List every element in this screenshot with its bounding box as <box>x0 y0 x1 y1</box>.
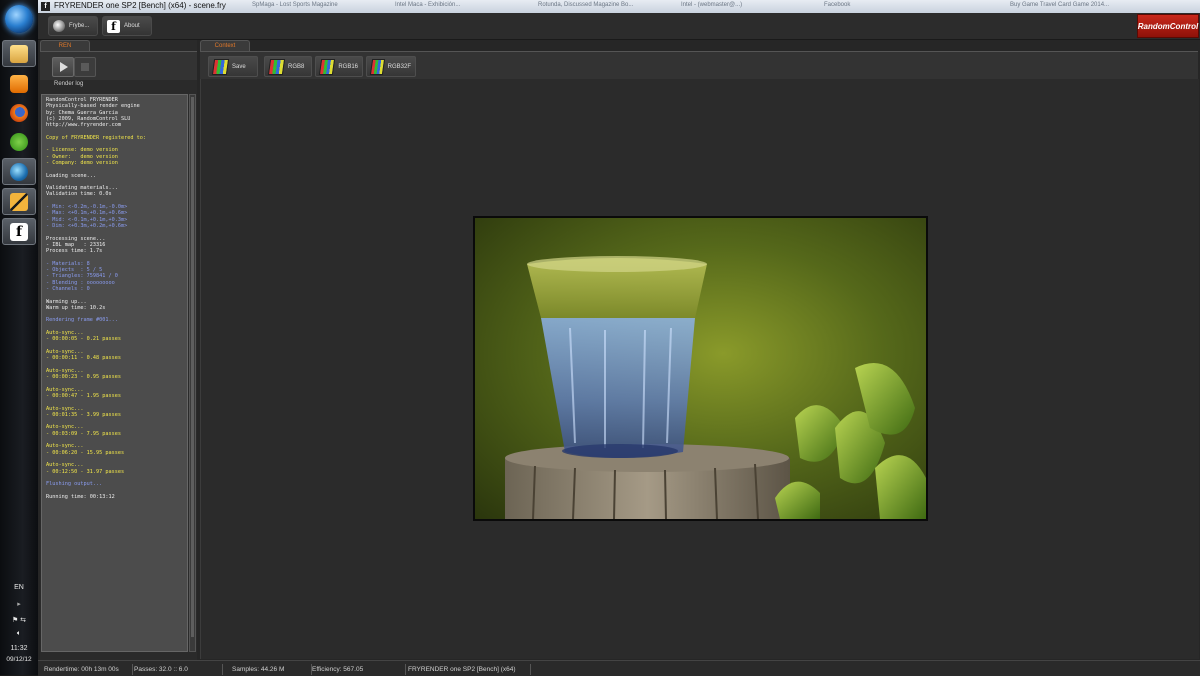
windows-taskbar: f EN ▸ ⚑ ⇆ 🔈︎ 11:32 09/12/12 <box>0 0 39 675</box>
samples-status: Samples: 44.26 M <box>228 664 312 675</box>
stop-icon[interactable] <box>74 57 96 77</box>
clock-time[interactable]: 11:32 <box>0 645 38 652</box>
ren-panel: REN Render log RandomControl FRYRENDER Ph… <box>40 40 197 660</box>
firefox-icon <box>10 103 28 122</box>
volume-icon[interactable]: 🔈︎ <box>0 630 38 638</box>
render-viewport[interactable] <box>200 79 1199 659</box>
rgb-icon <box>267 58 286 75</box>
language-indicator[interactable]: EN <box>0 584 38 591</box>
f-icon: f <box>107 19 120 33</box>
passes-status: Passes: 32.0 :: 6.0 <box>130 664 223 675</box>
tab-ren[interactable]: REN <box>40 40 90 51</box>
fry-icon <box>53 20 65 32</box>
flag-icon[interactable]: ⚑ <box>12 617 18 624</box>
product-status: FRYRENDER one SP2 [Bench] (x64) <box>404 664 531 675</box>
fryrender-window: f FRYRENDER one SP2 [Bench] (x64) - scen… <box>38 0 1200 676</box>
about-button-label: About <box>124 23 140 29</box>
network-icon[interactable]: ⇆ <box>20 617 26 624</box>
title-bar[interactable]: f FRYRENDER one SP2 [Bench] (x64) - scen… <box>38 0 1200 13</box>
rendered-image <box>475 218 926 519</box>
status-bar: Rendertime: 00h 13m 00s Passes: 32.0 :: … <box>38 660 1200 676</box>
render-controls <box>40 51 197 80</box>
play-icon[interactable] <box>52 57 74 77</box>
window-title: FRYRENDER one SP2 [Bench] (x64) - scene.… <box>54 1 226 10</box>
render-log[interactable]: RandomControl FRYRENDER Physically-based … <box>41 94 188 652</box>
tab-context[interactable]: Context <box>200 40 250 51</box>
background-tab: SpMaga - Lost Sports Magazine <box>252 2 338 8</box>
render-image-frame <box>473 216 928 521</box>
tray-expand-icon[interactable]: ▸ <box>0 600 38 608</box>
start-button[interactable] <box>5 5 33 33</box>
globe-icon <box>10 162 28 181</box>
about-button[interactable]: f About <box>102 16 152 36</box>
rgb16-button[interactable]: RGB16 <box>315 56 363 77</box>
app-f-icon: f <box>41 2 50 11</box>
save-icon <box>211 58 230 75</box>
utorrent-taskbar-button[interactable] <box>2 128 36 155</box>
rgb-icon <box>369 58 385 75</box>
fry-button-label: Frybe... <box>69 23 90 29</box>
rgb-icon <box>318 58 336 75</box>
fry-button[interactable]: Frybe... <box>48 16 98 36</box>
save-button-label: Save <box>232 63 246 70</box>
media-player-taskbar-button[interactable] <box>2 70 36 97</box>
log-line: Running time: 00:13:12 <box>46 493 115 500</box>
rgb8-button[interactable]: RGB8 <box>264 56 312 77</box>
background-tab: Intel Maca - Exhibición... <box>395 2 461 8</box>
main-toolbar: Frybe... f About RandomControl <box>38 13 1200 40</box>
render-log-label: Render log <box>54 81 84 87</box>
background-tab: Buy Game Travel Card Game 2014... <box>1010 2 1110 8</box>
context-toolbar: Save RGB8 RGB16 RGB32F <box>200 51 1198 80</box>
globe-app-taskbar-button[interactable] <box>2 158 36 185</box>
folder-icon <box>10 44 28 63</box>
efficiency-status: Efficiency: 567.05 <box>308 664 406 675</box>
explorer-taskbar-button[interactable] <box>2 40 36 67</box>
fryrender-taskbar-button[interactable]: f <box>2 218 36 245</box>
background-tab: Intel - (webmaster@...) <box>681 2 743 8</box>
scrollbar-thumb[interactable] <box>191 97 194 637</box>
utorrent-icon <box>10 132 28 151</box>
rgb8-button-label: RGB8 <box>288 63 305 70</box>
firefox-taskbar-button[interactable] <box>2 99 36 126</box>
background-tab: Facebook <box>824 2 851 8</box>
tools-taskbar-button[interactable] <box>2 188 36 215</box>
clock-date[interactable]: 09/12/12 <box>0 656 38 663</box>
media-player-icon <box>10 74 28 93</box>
rgb32f-button[interactable]: RGB32F <box>366 56 416 77</box>
tray-icons: ⚑ ⇆ <box>0 616 38 624</box>
fryrender-f-icon: f <box>10 222 28 241</box>
rgb32f-button-label: RGB32F <box>387 63 411 70</box>
tools-icon <box>10 192 28 211</box>
save-button[interactable]: Save <box>208 56 258 77</box>
render-log-scrollbar[interactable] <box>189 94 196 652</box>
rendertime-status: Rendertime: 00h 13m 00s <box>40 664 133 675</box>
randomcontrol-logo[interactable]: RandomControl <box>1137 14 1199 38</box>
background-tab: Rotunda, Discussed Magazine Bo... <box>538 2 634 8</box>
rgb16-button-label: RGB16 <box>338 63 358 70</box>
